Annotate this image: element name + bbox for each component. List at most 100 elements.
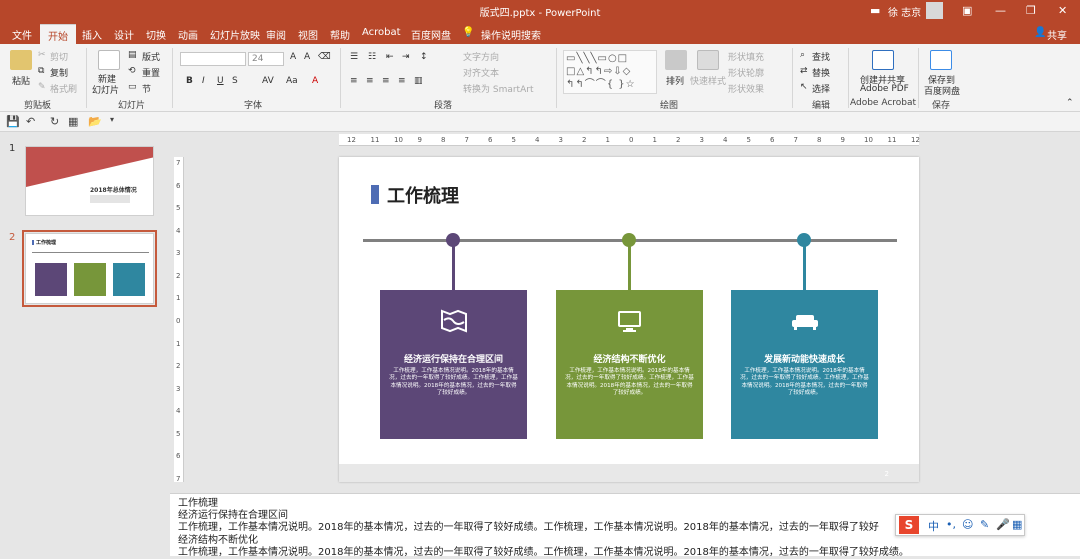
shape-fill-button[interactable]: 形状填充 <box>728 50 764 63</box>
layout-icon[interactable]: ▤ <box>128 50 137 60</box>
justify-icon[interactable]: ≡ <box>398 76 406 86</box>
slide-thumbnail-1[interactable]: 2018年总体情况 <box>25 146 154 216</box>
align-right-icon[interactable]: ≡ <box>382 76 390 86</box>
tab-baidu[interactable]: 百度网盘 <box>411 27 451 42</box>
tab-help[interactable]: 帮助 <box>330 27 350 42</box>
shape-outline-button[interactable]: 形状轮廓 <box>728 66 764 79</box>
shape-effects-button[interactable]: 形状效果 <box>728 82 764 95</box>
replace-icon[interactable]: ⇄ <box>800 66 808 76</box>
underline-button[interactable]: U <box>217 76 224 86</box>
pdf-icon[interactable] <box>872 50 894 70</box>
section-icon[interactable]: ▭ <box>128 82 137 92</box>
minimize-icon[interactable]: — <box>995 4 1006 17</box>
line-spacing-icon[interactable]: ↕ <box>420 52 428 62</box>
tab-design[interactable]: 设计 <box>114 27 134 42</box>
sogou-logo-icon[interactable]: S <box>899 516 919 534</box>
change-case-button[interactable]: Aa <box>286 76 298 86</box>
ime-language-toggle[interactable]: 中 <box>928 518 939 534</box>
layout-button[interactable]: 版式 <box>142 50 160 63</box>
paste-icon[interactable] <box>10 50 32 70</box>
redo-icon[interactable]: ↻ <box>50 115 59 128</box>
shapes-gallery[interactable]: ▭╲╲╲▭○□ □△↰↰⇨⇩◇ ↰↰⌒⌒{ }☆ <box>563 50 657 94</box>
grow-font-icon[interactable]: A <box>290 52 296 62</box>
avatar[interactable] <box>926 2 943 19</box>
tab-home[interactable]: 开始 <box>40 24 76 44</box>
select-icon[interactable]: ↖ <box>800 82 808 92</box>
microphone-icon[interactable]: 🎤 <box>996 518 1010 531</box>
share-icon[interactable]: 👤 <box>1034 27 1046 38</box>
reset-button[interactable]: 重置 <box>142 66 160 79</box>
user-name[interactable]: 徐 志京 <box>888 4 921 19</box>
align-center-icon[interactable]: ≡ <box>366 76 374 86</box>
punctuation-icon[interactable]: •, <box>946 518 956 531</box>
undo-icon[interactable]: ↶ <box>26 115 35 128</box>
columns-icon[interactable]: ▥ <box>414 76 423 86</box>
customize-qat-icon[interactable]: ▾ <box>110 115 114 124</box>
paste-button[interactable]: 粘贴 <box>12 74 30 87</box>
slide-canvas[interactable]: 工作梳理 经济运行保持在合理区间 工作梳理，工作基本情况说明。2018年的基本情… <box>339 157 919 482</box>
open-folder-icon[interactable]: 📂 <box>88 115 102 128</box>
tab-file[interactable]: 文件 <box>12 27 32 42</box>
card-1[interactable]: 经济运行保持在合理区间 工作梳理，工作基本情况说明。2018年的基本情况，过去的… <box>380 290 527 439</box>
card-3[interactable]: 发展新动能快速成长 工作梳理，工作基本情况说明。2018年的基本情况，过去的一年… <box>731 290 878 439</box>
toolbox-icon[interactable]: ▦ <box>1012 518 1022 531</box>
select-button[interactable]: 选择 <box>812 82 830 95</box>
bold-button[interactable]: B <box>186 76 193 86</box>
align-text-button[interactable]: 对齐文本 <box>463 66 499 79</box>
clear-format-icon[interactable]: ⌫ <box>318 52 331 62</box>
share-button[interactable]: 共享 <box>1047 27 1067 42</box>
tell-me-search[interactable]: 操作说明搜索 <box>481 27 541 42</box>
indent-icon[interactable]: ⇤ <box>386 52 394 62</box>
card-2[interactable]: 经济结构不断优化 工作梳理，工作基本情况说明。2018年的基本情况，过去的一年取… <box>556 290 703 439</box>
pen-icon[interactable]: ✎ <box>980 518 989 531</box>
tab-insert[interactable]: 插入 <box>82 27 102 42</box>
scissors-icon[interactable]: ✂ <box>38 50 46 60</box>
bullets-icon[interactable]: ☰ <box>350 52 358 62</box>
slide-title[interactable]: 工作梳理 <box>387 182 459 208</box>
outdent-icon[interactable]: ⇥ <box>402 52 410 62</box>
save-to-label-2[interactable]: 百度网盘 <box>924 84 960 97</box>
tab-slideshow[interactable]: 幻灯片放映 <box>210 27 260 42</box>
replace-button[interactable]: 替换 <box>812 66 830 79</box>
tab-animations[interactable]: 动画 <box>178 27 198 42</box>
slide-thumbnail-2[interactable]: 工作梳理 <box>22 230 157 307</box>
timeline-stem[interactable] <box>628 245 631 290</box>
timeline-stem[interactable] <box>803 245 806 290</box>
reset-icon[interactable]: ⟲ <box>128 66 136 76</box>
convert-smartart-button[interactable]: 转换为 SmartArt <box>463 82 533 95</box>
text-direction-button[interactable]: 文字方向 <box>463 50 499 63</box>
save-icon[interactable]: 💾 <box>6 115 20 128</box>
format-painter-button[interactable]: 格式刷 <box>50 82 77 95</box>
arrange-button[interactable]: 排列 <box>666 74 684 87</box>
new-slide-icon[interactable] <box>98 50 120 70</box>
presentation-icon[interactable]: ▦ <box>68 115 78 128</box>
tab-review[interactable]: 审阅 <box>266 27 286 42</box>
format-painter-icon[interactable]: ✎ <box>38 82 46 92</box>
cut-button[interactable]: 剪切 <box>50 50 68 63</box>
create-pdf-label-2[interactable]: Adobe PDF <box>860 84 909 94</box>
align-left-icon[interactable]: ≡ <box>350 76 358 86</box>
font-color-button[interactable]: A <box>312 76 318 86</box>
find-button[interactable]: 查找 <box>812 50 830 63</box>
ribbon-display-icon[interactable]: ▣ <box>962 4 972 17</box>
shrink-font-icon[interactable]: A <box>304 52 310 62</box>
section-button[interactable]: 节 <box>142 82 151 95</box>
font-size-combo[interactable]: 24 <box>248 52 284 66</box>
tab-acrobat[interactable]: Acrobat <box>362 27 401 38</box>
baidu-cloud-icon[interactable] <box>930 50 952 70</box>
numbering-icon[interactable]: ☷ <box>368 52 376 62</box>
tab-transitions[interactable]: 切换 <box>146 27 166 42</box>
copy-button[interactable]: 复制 <box>50 66 68 79</box>
tab-view[interactable]: 视图 <box>298 27 318 42</box>
timeline-stem[interactable] <box>452 245 455 290</box>
italic-button[interactable]: I <box>202 76 205 86</box>
char-spacing-button[interactable]: AV <box>262 76 274 86</box>
quick-styles-button[interactable]: 快速样式 <box>690 74 726 87</box>
new-slide-label-2[interactable]: 幻灯片 <box>92 83 119 96</box>
maximize-icon[interactable]: ❐ <box>1026 4 1036 17</box>
font-name-combo[interactable] <box>180 52 246 66</box>
copy-icon[interactable]: ⧉ <box>38 66 44 76</box>
find-icon[interactable]: ⌕ <box>800 50 805 60</box>
ime-toolbar[interactable]: S 中 •, ☺ ✎ 🎤 ▦ <box>895 514 1025 536</box>
emoji-icon[interactable]: ☺ <box>962 518 973 531</box>
